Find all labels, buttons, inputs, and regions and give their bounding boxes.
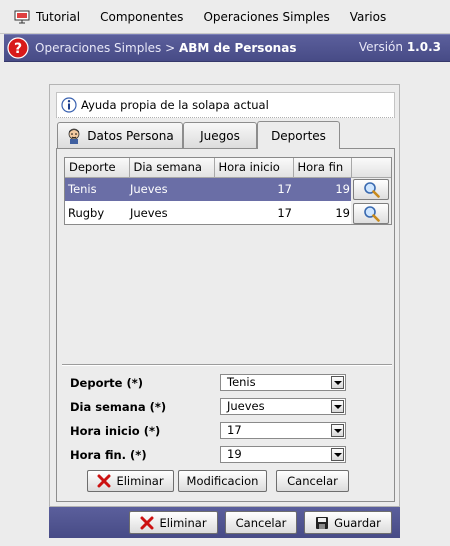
eliminar-label: Eliminar [159, 515, 207, 530]
cell-action [351, 177, 391, 201]
detail-eliminar-button[interactable]: Eliminar [87, 470, 174, 492]
eliminar-button[interactable]: Eliminar [129, 511, 218, 534]
view-row-button[interactable] [353, 202, 389, 224]
hora-fin-select[interactable]: 19 [220, 446, 346, 463]
table-header-row: Deporte Dia semana Hora inicio Hora fin [65, 158, 391, 178]
detail-eliminar-label: Eliminar [116, 474, 164, 488]
menu-tutorial[interactable]: Tutorial [14, 10, 80, 24]
tab-deportes-label: Deportes [271, 128, 326, 143]
menu-tutorial-label: Tutorial [36, 9, 81, 24]
cancelar-label: Cancelar [235, 515, 287, 530]
delete-x-icon [97, 474, 111, 488]
column-header-dia-semana[interactable]: Dia semana [129, 158, 215, 178]
menu-varios[interactable]: Varios [350, 10, 387, 24]
table-row[interactable]: Rugby Jueves 17 19 [65, 201, 391, 224]
deporte-select[interactable]: Tenis [220, 374, 346, 391]
detail-cancelar-button[interactable]: Cancelar [276, 470, 349, 492]
chevron-down-icon[interactable] [331, 448, 344, 461]
tab-help-text: Ayuda propia de la solapa actual [81, 98, 269, 112]
dia-semana-select[interactable]: Jueves [220, 398, 346, 415]
deporte-label: Deporte (*) [70, 376, 143, 390]
detail-cancelar-label: Cancelar [287, 474, 338, 488]
cell-action [351, 201, 391, 224]
hora-fin-select-value: 19 [227, 447, 242, 461]
chevron-down-icon[interactable] [331, 424, 344, 437]
cell-deporte: Rugby [68, 206, 105, 220]
svg-text:?: ? [14, 41, 22, 57]
menu-varios-label: Varios [349, 9, 387, 24]
cell-dia: Jueves [130, 206, 168, 220]
view-row-button[interactable] [353, 178, 389, 200]
menu-bar: Tutorial Componentes Operaciones Simples… [0, 0, 450, 34]
page-title: ABM de Personas [178, 41, 297, 55]
column-header-hora-fin[interactable]: Hora fin [293, 158, 352, 178]
table-row[interactable]: Tenis Jueves 17 19 [65, 177, 391, 201]
chevron-down-icon[interactable] [331, 376, 344, 389]
save-disk-icon [316, 516, 329, 529]
menu-componentes[interactable]: Componentes [100, 10, 183, 24]
guardar-button[interactable]: Guardar [304, 511, 392, 534]
breadcrumb-path: Operaciones Simples > [35, 41, 179, 55]
column-header-deporte[interactable]: Deporte [65, 158, 130, 178]
column-header-hora-inicio[interactable]: Hora inicio [214, 158, 294, 178]
cell-hora-inicio: 17 [277, 206, 292, 220]
delete-x-icon [140, 516, 154, 529]
info-icon [61, 97, 77, 113]
guardar-label: Guardar [334, 515, 381, 530]
menu-componentes-label: Componentes [100, 9, 184, 24]
cell-hora-inicio: 17 [214, 177, 293, 201]
dia-semana-label: Dia semana (*) [70, 400, 167, 414]
menu-operaciones-label: Operaciones Simples [203, 9, 330, 24]
cancelar-button[interactable]: Cancelar [225, 511, 297, 534]
tab-juegos-label: Juegos [200, 128, 240, 143]
dia-semana-select-value: Jueves [227, 399, 265, 413]
presentation-icon [14, 10, 30, 23]
deporte-select-value: Tenis [227, 375, 256, 389]
cell-dia: Jueves [129, 177, 214, 201]
hora-fin-label: Hora fin. (*) [70, 448, 147, 462]
divider [62, 364, 392, 366]
hora-inicio-label: Hora inicio (*) [70, 424, 161, 438]
menu-operaciones-simples[interactable]: Operaciones Simples [203, 10, 329, 24]
tab-datos-persona-label: Datos Persona [87, 128, 174, 143]
magnifier-icon [363, 205, 380, 222]
version-label: Versión 1.0.3 [359, 40, 441, 54]
chevron-down-icon[interactable] [331, 400, 344, 413]
hora-inicio-select[interactable]: 17 [220, 422, 346, 439]
help-icon[interactable]: ? [7, 37, 29, 59]
tab-help-box: Ayuda propia de la solapa actual [56, 92, 395, 118]
cell-deporte: Tenis [65, 177, 129, 201]
tab-deportes[interactable]: Deportes [257, 121, 340, 149]
tab-datos-persona[interactable]: Datos Persona [57, 122, 183, 148]
modificacion-button[interactable]: Modificacion [178, 470, 267, 492]
breadcrumb: Operaciones Simples > ABM de Personas [35, 41, 296, 55]
column-header-actions [351, 158, 391, 178]
cell-hora-fin: 19 [293, 177, 351, 201]
version-number: 1.0.3 [406, 40, 441, 54]
magnifier-icon [363, 181, 380, 198]
window-title-bar: ? Operaciones Simples > ABM de Personas … [4, 34, 450, 62]
person-icon [68, 128, 80, 144]
hora-inicio-select-value: 17 [227, 423, 242, 437]
tab-juegos[interactable]: Juegos [183, 122, 257, 148]
deportes-table: Deporte Dia semana Hora inicio Hora fin … [64, 157, 392, 225]
cell-hora-fin: 19 [335, 206, 350, 220]
version-prefix: Versión [358, 40, 407, 54]
modificacion-label: Modificacion [186, 474, 259, 488]
